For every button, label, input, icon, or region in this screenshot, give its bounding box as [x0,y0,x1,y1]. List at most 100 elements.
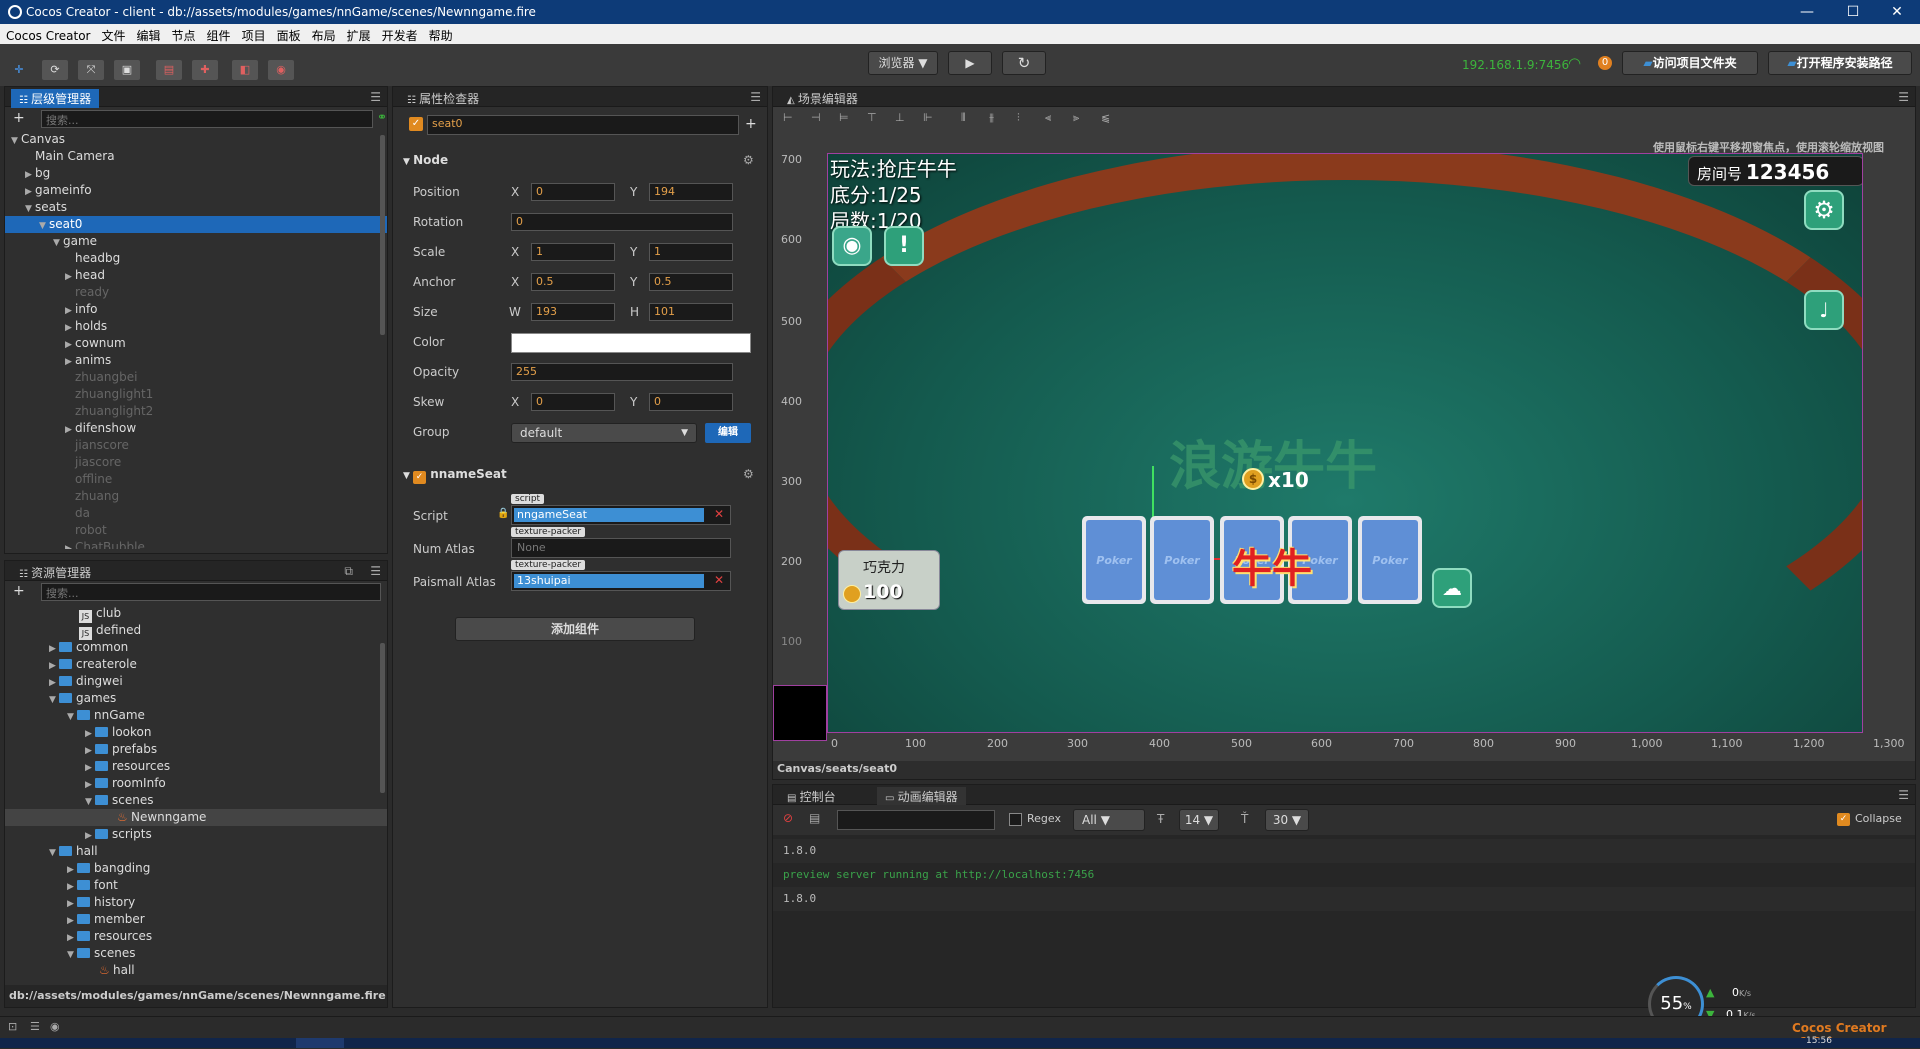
eye-icon[interactable]: ◉ [50,1020,60,1033]
asset-item[interactable]: ▼ games [5,690,387,707]
taskbar-app[interactable] [296,1038,344,1048]
play-button[interactable]: ▶ [948,51,992,75]
skew-y-input[interactable]: 0 [649,393,733,411]
tree-node[interactable]: ▶ head [5,267,387,284]
position-x-input[interactable]: 0 [531,183,615,201]
panel-menu-icon[interactable]: ☰ [370,564,381,578]
tab-scene-editor[interactable]: ◭ 场景编辑器 [779,89,866,108]
anchor-x-input[interactable]: 0.5 [531,273,615,291]
align-bottom-icon[interactable]: ⊩ [923,111,933,124]
asset-item[interactable]: ▶ resources [5,928,387,945]
asset-item[interactable]: ▶ font [5,877,387,894]
menu-developer[interactable]: 开发者 [376,24,423,44]
distribute-vcenter-icon[interactable]: ⫸ [1073,111,1079,125]
add-icon[interactable]: + [745,116,757,132]
asset-item[interactable]: ▶ createrole [5,656,387,673]
asset-item[interactable]: ♨ hall [5,962,387,979]
asset-item[interactable]: ▶ common [5,639,387,656]
asset-item[interactable]: ▼ hall [5,843,387,860]
popout-icon[interactable]: ⧉ [344,564,353,579]
size-h-input[interactable]: 101 [649,303,733,321]
refresh-button[interactable]: ↻ [1002,51,1046,75]
add-asset-icon[interactable]: + [13,583,25,599]
move-tool-icon[interactable]: ✛ [6,60,32,80]
open-install-path-button[interactable]: ▰打开程序安装路径 [1768,51,1912,75]
tree-node[interactable]: offline [5,471,387,488]
distribute-bottom-icon[interactable]: ⫹ [1101,111,1110,124]
console-filter-input[interactable] [837,810,995,830]
tree-node[interactable]: zhuanglight1 [5,386,387,403]
scrollbar[interactable] [380,135,385,335]
num-atlas-field[interactable]: None [511,538,731,558]
node-name-input[interactable]: seat0 [427,115,739,135]
gear-icon[interactable]: ⚙ [743,153,754,167]
menu-layout[interactable]: 布局 [306,24,341,44]
layout-icon[interactable]: ⊡ [8,1020,17,1033]
asset-item[interactable]: ▶ scripts [5,826,387,843]
asset-item[interactable]: ▶ history [5,894,387,911]
snap-icon[interactable]: ◧ [232,60,258,80]
align-hcenter-icon[interactable]: ⊣ [811,111,821,124]
poker-card[interactable]: Poker [1082,516,1146,604]
rotate-tool-icon[interactable]: ⟳ [42,60,68,80]
tab-assets[interactable]: ☷ 资源管理器 [11,563,99,582]
distribute-top-icon[interactable]: ⫷ [1045,111,1051,125]
tab-hierarchy[interactable]: ☷ 层级管理器 [11,89,100,108]
asset-item[interactable]: ▶ lookon [5,724,387,741]
asset-item[interactable]: ▶ member [5,911,387,928]
poker-card[interactable]: Poker [1358,516,1422,604]
clear-console-icon[interactable]: ⊘ [783,811,793,825]
tree-node[interactable]: ▶ bg [5,165,387,182]
microphone-icon[interactable]: ♩ [1804,290,1844,330]
minimize-button[interactable]: — [1784,0,1830,24]
align-top-icon[interactable]: ⊤ [867,111,877,124]
menu-panel[interactable]: 面板 [271,24,306,44]
asset-item[interactable]: ▼ nnGame [5,707,387,724]
asset-item[interactable]: ▶ dingwei [5,673,387,690]
menu-cocos[interactable]: Cocos Creator [0,26,96,43]
section-component[interactable]: ▼ ✓ nnameSeat [403,467,507,484]
align-vcenter-icon[interactable]: ⊥ [895,111,905,124]
rect-tool-icon[interactable]: ▣ [114,60,140,80]
component-enabled-checkbox[interactable]: ✓ [413,471,427,484]
pivot-center-icon[interactable]: ✚ [192,60,218,80]
record-icon[interactable]: ◉ [268,60,294,80]
tree-node[interactable]: zhuanglight2 [5,403,387,420]
position-y-input[interactable]: 194 [649,183,733,201]
tree-node[interactable]: jianscore [5,437,387,454]
maximize-button[interactable]: ☐ [1830,0,1876,24]
tree-node[interactable]: ▶ holds [5,318,387,335]
asset-item[interactable]: JS club [5,605,387,623]
menu-file[interactable]: 文件 [96,24,131,44]
add-component-button[interactable]: 添加组件 [455,617,695,641]
scrollbar[interactable] [380,643,385,793]
eye-icon[interactable]: ◉ [832,226,872,266]
tab-animation-editor[interactable]: ▭ 动画编辑器 [877,787,966,806]
color-swatch[interactable] [511,333,751,353]
tree-node[interactable]: ▶ ChatBubble [5,539,387,549]
group-edit-button[interactable]: 编辑 [705,423,751,443]
tab-inspector[interactable]: ☷ 属性检查器 [399,89,487,108]
panel-menu-icon[interactable]: ☰ [1898,90,1909,104]
open-log-icon[interactable]: ▤ [809,811,820,825]
menu-project[interactable]: 项目 [236,24,271,44]
asset-item[interactable]: ▶ roomInfo [5,775,387,792]
distribute-right-icon[interactable]: ⫶ [1017,111,1020,125]
asset-item[interactable]: JS defined [5,622,387,640]
asset-item[interactable]: ▼ scenes [5,945,387,962]
asset-item[interactable]: ▶ bangding [5,860,387,877]
line-count-select[interactable]: 30 ▼ [1265,809,1309,831]
tree-node[interactable]: ▼ Canvas [5,131,387,148]
menu-edit[interactable]: 编辑 [131,24,166,44]
local-global-icon[interactable]: ▤ [156,60,182,80]
tree-node-selected[interactable]: ▼ seat0 [5,216,387,233]
node-active-checkbox[interactable]: ✓ [409,117,423,131]
asset-item[interactable]: ▶ prefabs [5,741,387,758]
tab-console[interactable]: ▤ 控制台 [779,787,844,806]
tree-node[interactable]: ▼ seats [5,199,387,216]
script-field[interactable]: nngameSeat ✕ [511,505,731,525]
scale-x-input[interactable]: 1 [531,243,615,261]
asset-item-selected[interactable]: ♨ Newnngame [5,809,387,826]
menu-component[interactable]: 组件 [201,24,236,44]
size-w-input[interactable]: 193 [531,303,615,321]
